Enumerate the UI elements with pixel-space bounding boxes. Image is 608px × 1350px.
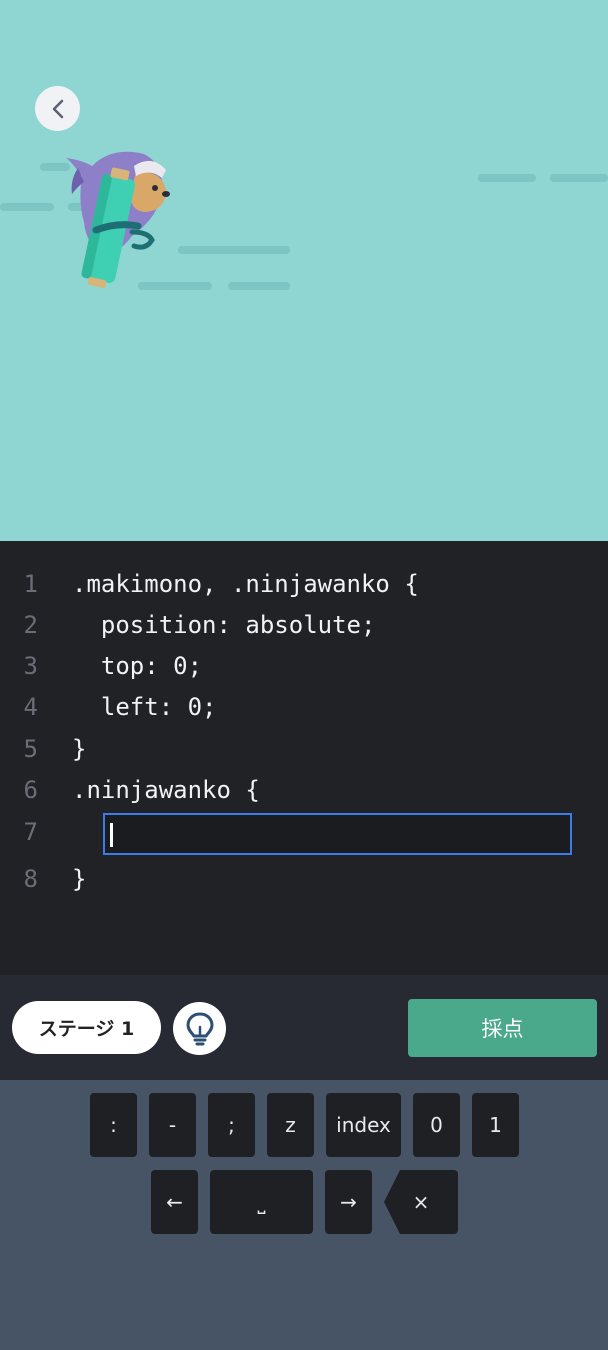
code-text: }: [72, 865, 87, 893]
code-line: 1 .makimono, .ninjawanko {: [0, 564, 608, 605]
line-number: 8: [23, 865, 38, 893]
key-0[interactable]: 0: [413, 1093, 460, 1157]
motion-line: [228, 282, 290, 290]
key-z[interactable]: z: [267, 1093, 314, 1157]
code-line: 8 }: [0, 859, 608, 900]
key-hyphen[interactable]: -: [149, 1093, 196, 1157]
key-backspace[interactable]: ×: [384, 1170, 458, 1234]
line-number: 5: [23, 735, 38, 763]
key-space[interactable]: ⎵: [210, 1170, 313, 1234]
code-text: top: 0;: [72, 652, 203, 680]
code-text: .makimono, .ninjawanko {: [72, 570, 419, 598]
line-number: 4: [23, 693, 38, 721]
hint-button[interactable]: [173, 1002, 226, 1055]
key-1[interactable]: 1: [472, 1093, 519, 1157]
line-number: 1: [23, 570, 38, 598]
game-stage: [0, 0, 608, 541]
code-input-field[interactable]: [103, 813, 572, 855]
motion-line: [178, 246, 290, 254]
code-editor: 1 .makimono, .ninjawanko { 2 position: a…: [0, 541, 608, 975]
action-toolbar: ステージ 1 採点: [0, 975, 608, 1080]
chevron-left-icon: [52, 99, 63, 118]
ninja-dog-character: [66, 151, 170, 288]
text-caret: [110, 823, 113, 847]
line-number: 7: [23, 818, 38, 846]
code-text: position: absolute;: [72, 611, 376, 639]
code-text: }: [72, 735, 87, 763]
code-line: 5 }: [0, 729, 608, 770]
line-number: 2: [23, 611, 38, 639]
key-index[interactable]: index: [326, 1093, 401, 1157]
code-line: 4 left: 0;: [0, 687, 608, 728]
motion-line: [0, 203, 54, 211]
code-keyboard: : - ; z index 0 1 ← ⎵ → ×: [0, 1080, 608, 1350]
motion-line: [478, 174, 536, 182]
code-line: 6 .ninjawanko {: [0, 770, 608, 811]
grade-button[interactable]: 採点: [408, 999, 597, 1057]
stage-selector-button[interactable]: ステージ 1: [12, 1001, 161, 1054]
line-number: 6: [23, 776, 38, 804]
line-number: 3: [23, 652, 38, 680]
key-colon[interactable]: :: [90, 1093, 137, 1157]
back-button[interactable]: [35, 86, 80, 131]
key-arrow-right[interactable]: →: [325, 1170, 372, 1234]
code-text: left: 0;: [72, 693, 217, 721]
code-line: 2 position: absolute;: [0, 605, 608, 646]
code-line: 3 top: 0;: [0, 646, 608, 687]
key-semicolon[interactable]: ;: [208, 1093, 255, 1157]
motion-line: [550, 174, 608, 182]
lightbulb-icon: [186, 1012, 213, 1045]
key-arrow-left[interactable]: ←: [151, 1170, 198, 1234]
code-text: .ninjawanko {: [72, 776, 260, 804]
